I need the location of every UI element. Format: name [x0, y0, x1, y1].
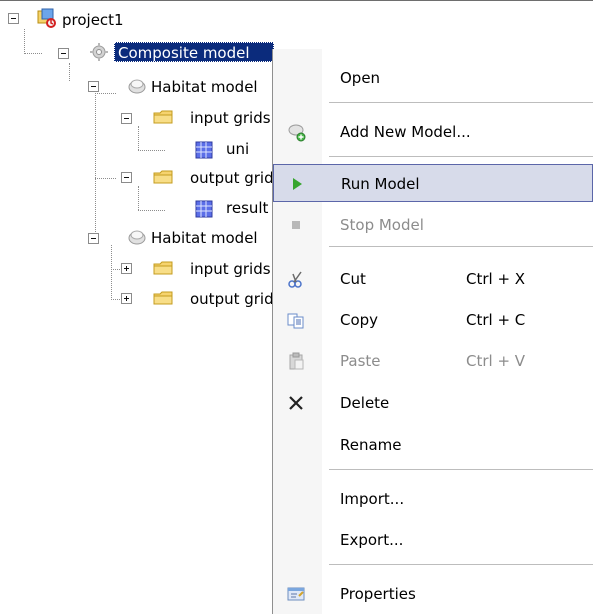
menu-item-delete[interactable]: Delete	[273, 384, 593, 422]
tree-item-composite-model[interactable]: Composite model	[114, 42, 274, 62]
scissors-icon	[286, 269, 306, 289]
project-icon	[37, 8, 57, 28]
tree-connector	[95, 89, 96, 240]
menu-item-export[interactable]: Export...	[273, 521, 593, 559]
tree-connector	[24, 53, 42, 54]
menu-item-label: Add New Model...	[340, 123, 471, 141]
tree-view-window: project1 Composite model Habitat model i…	[0, 0, 593, 614]
play-icon	[287, 174, 307, 194]
menu-item-shortcut: Ctrl + X	[466, 270, 526, 288]
tree-item-input-grids-2[interactable]: input grids	[190, 259, 271, 279]
tree-connector	[24, 29, 25, 52]
tree-item-habitat-model-1[interactable]: Habitat model	[151, 77, 258, 97]
tree-connector	[95, 93, 116, 94]
menu-item-paste[interactable]: Paste Ctrl + V	[273, 342, 593, 380]
folder-icon	[153, 107, 173, 127]
folder-icon	[153, 288, 173, 308]
expand-output-grids-2-toggle[interactable]	[121, 293, 132, 304]
folder-icon	[153, 167, 173, 187]
tree-connector	[95, 178, 116, 179]
menu-item-label: Properties	[340, 585, 416, 603]
menu-separator	[329, 156, 593, 157]
menu-item-shortcut: Ctrl + C	[466, 311, 526, 329]
grid-icon	[194, 199, 214, 219]
menu-item-add-new-model[interactable]: Add New Model...	[273, 113, 593, 151]
model-icon	[127, 76, 147, 96]
menu-separator	[329, 469, 593, 470]
menu-item-label: Paste	[340, 352, 381, 370]
tree-connector	[138, 126, 139, 150]
tree-connector	[138, 186, 139, 210]
grid-icon	[194, 140, 214, 160]
menu-separator	[329, 246, 593, 247]
collapse-output-grids-1-toggle[interactable]	[121, 172, 132, 183]
menu-separator	[329, 564, 593, 565]
add-model-icon	[286, 122, 306, 142]
menu-item-copy[interactable]: Copy Ctrl + C	[273, 301, 593, 339]
menu-item-open[interactable]: Open	[273, 59, 593, 97]
model-icon	[127, 227, 147, 247]
menu-item-label: Rename	[340, 436, 402, 454]
tree-item-habitat-model-2[interactable]: Habitat model	[151, 228, 258, 248]
menu-item-label: Run Model	[341, 175, 420, 193]
menu-item-stop-model[interactable]: Stop Model	[273, 206, 593, 244]
properties-icon	[286, 584, 306, 604]
menu-item-label: Copy	[340, 311, 379, 329]
paste-icon	[286, 351, 306, 371]
tree-item-output-grids-2[interactable]: output grids	[190, 289, 281, 309]
tree-connector	[138, 210, 165, 211]
tree-item-result[interactable]: result	[226, 198, 268, 218]
stop-icon	[286, 215, 306, 235]
menu-item-properties[interactable]: Properties	[273, 575, 593, 613]
menu-item-label: Export...	[340, 531, 404, 549]
tree-connector	[69, 63, 70, 81]
menu-item-run-model[interactable]: Run Model	[273, 164, 593, 202]
collapse-composite-toggle[interactable]	[58, 48, 69, 59]
menu-item-label: Open	[340, 69, 381, 87]
menu-item-label: Stop Model	[340, 216, 424, 234]
tree-item-project1[interactable]: project1	[62, 10, 124, 30]
collapse-habitat-model-2-toggle[interactable]	[88, 233, 99, 244]
tree-connector	[138, 150, 165, 151]
menu-item-rename[interactable]: Rename	[273, 426, 593, 464]
collapse-project-toggle[interactable]	[8, 13, 19, 24]
tree-item-uni[interactable]: uni	[226, 139, 249, 159]
tree-connector	[111, 245, 112, 300]
copy-icon	[286, 310, 306, 330]
close-icon	[286, 393, 306, 413]
menu-item-import[interactable]: Import...	[273, 480, 593, 518]
collapse-input-grids-1-toggle[interactable]	[121, 113, 132, 124]
menu-item-label: Delete	[340, 394, 390, 412]
collapse-habitat-model-1-toggle[interactable]	[88, 81, 99, 92]
folder-icon	[153, 258, 173, 278]
menu-item-shortcut: Ctrl + V	[466, 352, 526, 370]
menu-item-label: Import...	[340, 490, 405, 508]
tree-item-output-grids-1[interactable]: output grids	[190, 168, 281, 188]
tree-item-input-grids-1[interactable]: input grids	[190, 108, 271, 128]
expand-input-grids-2-toggle[interactable]	[121, 263, 132, 274]
context-menu: Open Add New Model... Run Model Stop Mod…	[272, 49, 593, 614]
gear-icon	[89, 42, 109, 62]
menu-item-cut[interactable]: Cut Ctrl + X	[273, 260, 593, 298]
menu-item-label: Cut	[340, 270, 366, 288]
menu-separator	[329, 102, 593, 103]
